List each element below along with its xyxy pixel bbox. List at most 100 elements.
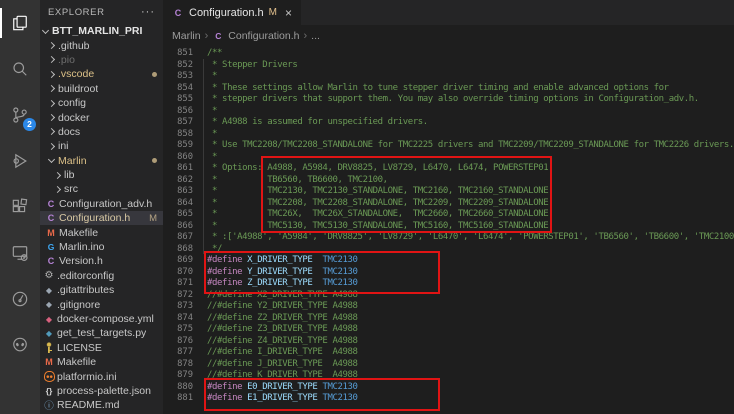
line-number: 859 xyxy=(163,140,193,152)
tree-item-label: Marlin xyxy=(58,155,87,167)
tree-item-process-palette-json[interactable]: {}process-palette.json xyxy=(40,384,163,398)
tree-item-docker[interactable]: docker xyxy=(40,110,163,124)
code-line[interactable]: 874//#define Z2_DRIVER_TYPE A4988 xyxy=(163,313,734,325)
search-icon[interactable] xyxy=(0,46,40,92)
code-line[interactable]: 866 * TMC5130, TMC5130_STANDALONE, TMC51… xyxy=(163,221,734,233)
tree-item-label: Configuration.h xyxy=(59,212,130,224)
code-line[interactable]: 860 * xyxy=(163,152,734,164)
line-number: 879 xyxy=(163,370,193,382)
breadcrumb-folder[interactable]: Marlin xyxy=(172,30,201,42)
c-file-icon: C xyxy=(212,30,224,42)
line-number: 881 xyxy=(163,393,193,405)
tree-item-license[interactable]: LICENSE xyxy=(40,341,163,355)
git-modified-badge: M xyxy=(149,213,157,224)
tree-item-btt-marlin-pri[interactable]: BTT_MARLIN_PRI xyxy=(40,24,163,38)
line-text: * :['A4988', 'A5984', 'DRV8825', 'LV8729… xyxy=(207,232,734,244)
line-text: //#define Y2_DRIVER_TYPE A4988 xyxy=(207,301,358,313)
line-text: #define E0_DRIVER_TYPE TMC2130 xyxy=(207,382,358,394)
line-text: //#define Z3_DRIVER_TYPE A4988 xyxy=(207,324,358,336)
tab-configuration-h[interactable]: C Configuration.h M × xyxy=(163,0,301,25)
code-line[interactable]: 858 * xyxy=(163,129,734,141)
code-line[interactable]: 879//#define K_DRIVER_TYPE A4988 xyxy=(163,370,734,382)
tree-item-platformio-ini[interactable]: platformio.ini xyxy=(40,369,163,383)
tree-item-ini[interactable]: ini xyxy=(40,139,163,153)
code-line[interactable]: 863 * TMC2130, TMC2130_STANDALONE, TMC21… xyxy=(163,186,734,198)
tree-item-label: src xyxy=(64,183,78,195)
tree-item--pio[interactable]: .pio xyxy=(40,53,163,67)
more-actions-icon[interactable]: ··· xyxy=(141,9,155,15)
code-line[interactable]: 859 * Use TMC2208/TMC2208_STANDALONE for… xyxy=(163,140,734,152)
tree-item-src[interactable]: src xyxy=(40,182,163,196)
code-line[interactable]: 881#define E1_DRIVER_TYPE TMC2130 xyxy=(163,393,734,405)
tree-item-version-h[interactable]: CVersion.h xyxy=(40,254,163,268)
code-line[interactable]: 869#define X_DRIVER_TYPE TMC2130 xyxy=(163,255,734,267)
tree-item-label: .github xyxy=(58,40,90,52)
tree-item--vscode[interactable]: .vscode xyxy=(40,67,163,81)
explorer-icon[interactable] xyxy=(0,0,40,46)
breadcrumb-file[interactable]: Configuration.h xyxy=(228,30,299,42)
git-icon: ◆ xyxy=(43,299,55,311)
tree-item-makefile[interactable]: MMakefile xyxy=(40,355,163,369)
code-line[interactable]: 876//#define Z4_DRIVER_TYPE A4988 xyxy=(163,336,734,348)
code-line[interactable]: 871#define Z_DRIVER_TYPE TMC2130 xyxy=(163,278,734,290)
code-line[interactable]: 880#define E0_DRIVER_TYPE TMC2130 xyxy=(163,382,734,394)
platformio-alien-icon[interactable] xyxy=(0,322,40,368)
code-line[interactable]: 865 * TMC26X, TMC26X_STANDALONE, TMC2660… xyxy=(163,209,734,221)
tab-close-icon[interactable]: × xyxy=(285,6,292,20)
line-text: #define Y_DRIVER_TYPE TMC2130 xyxy=(207,267,358,279)
tree-item-config[interactable]: config xyxy=(40,96,163,110)
tree-item-label: .editorconfig xyxy=(57,270,114,282)
code-line[interactable]: 877//#define I_DRIVER_TYPE A4988 xyxy=(163,347,734,359)
tree-item-configuration-h[interactable]: CConfiguration.hM xyxy=(40,211,163,225)
tree-item-docker-compose-yml[interactable]: ◆docker-compose.yml xyxy=(40,312,163,326)
remote-explorer-icon[interactable] xyxy=(0,230,40,276)
tree-item-get-test-targets-py[interactable]: ◆get_test_targets.py xyxy=(40,326,163,340)
code-line[interactable]: 854 * These settings allow Marlin to tun… xyxy=(163,83,734,95)
tree-item--gitignore[interactable]: ◆.gitignore xyxy=(40,297,163,311)
code-editor[interactable]: 851/**852 * Stepper Drivers853 *854 * Th… xyxy=(163,47,734,414)
tree-item-readme-md[interactable]: ⓘREADME.md xyxy=(40,398,163,412)
info-icon: ⓘ xyxy=(43,399,55,411)
line-number: 870 xyxy=(163,267,193,279)
c-file-icon: C xyxy=(172,7,184,19)
code-line[interactable]: 867 * :['A4988', 'A5984', 'DRV8825', 'LV… xyxy=(163,232,734,244)
code-line[interactable]: 862 * TB6560, TB6600, TMC2100, xyxy=(163,175,734,187)
code-line[interactable]: 851/** xyxy=(163,48,734,60)
code-line[interactable]: 878//#define J_DRIVER_TYPE A4988 xyxy=(163,359,734,371)
tree-item--github[interactable]: .github xyxy=(40,38,163,52)
code-line[interactable]: 856 * xyxy=(163,106,734,118)
chevron-right-icon xyxy=(47,127,56,136)
tree-item--gitattributes[interactable]: ◆.gitattributes xyxy=(40,283,163,297)
code-line[interactable]: 864 * TMC2208, TMC2208_STANDALONE, TMC22… xyxy=(163,198,734,210)
pio-home-icon[interactable] xyxy=(0,276,40,322)
activity-bar: 2 xyxy=(0,0,40,414)
extensions-icon[interactable] xyxy=(0,184,40,230)
tree-item-marlin[interactable]: Marlin xyxy=(40,154,163,168)
tree-item-docs[interactable]: docs xyxy=(40,125,163,139)
tree-item-buildroot[interactable]: buildroot xyxy=(40,82,163,96)
code-line[interactable]: 872//#define X2_DRIVER_TYPE A4988 xyxy=(163,290,734,302)
code-line[interactable]: 873//#define Y2_DRIVER_TYPE A4988 xyxy=(163,301,734,313)
tree-item-label: Version.h xyxy=(59,255,103,267)
vscode-window: { "colors":{"comment":"#6A9955","preproc… xyxy=(0,0,734,414)
tree-item-makefile[interactable]: MMakefile xyxy=(40,225,163,239)
chevron-right-icon xyxy=(47,70,56,79)
code-line[interactable]: 855 * stepper drivers that support them.… xyxy=(163,94,734,106)
breadcrumb-symbol[interactable]: ... xyxy=(311,30,320,42)
tree-item--editorconfig[interactable]: ⚙.editorconfig xyxy=(40,269,163,283)
tree-item-label: .pio xyxy=(58,54,75,66)
run-debug-icon[interactable] xyxy=(0,138,40,184)
code-line[interactable]: 868 */ xyxy=(163,244,734,256)
tree-item-lib[interactable]: lib xyxy=(40,168,163,182)
tree-item-marlin-ino[interactable]: GMarlin.ino xyxy=(40,240,163,254)
code-line[interactable]: 853 * xyxy=(163,71,734,83)
code-line[interactable]: 870 #define Y_DRIVER_TYPE TMC2130 xyxy=(163,267,734,279)
code-line[interactable]: 875//#define Z3_DRIVER_TYPE A4988 xyxy=(163,324,734,336)
source-control-icon[interactable]: 2 xyxy=(0,92,40,138)
code-line[interactable]: 852 * Stepper Drivers xyxy=(163,60,734,72)
line-number: 874 xyxy=(163,313,193,325)
code-line[interactable]: 857 * A4988 is assumed for unspecified d… xyxy=(163,117,734,129)
tree-item-configuration-adv-h[interactable]: CConfiguration_adv.h xyxy=(40,197,163,211)
line-text: * Use TMC2208/TMC2208_STANDALONE for TMC… xyxy=(207,140,734,152)
code-line[interactable]: 861 * Options: A4988, A5984, DRV8825, LV… xyxy=(163,163,734,175)
